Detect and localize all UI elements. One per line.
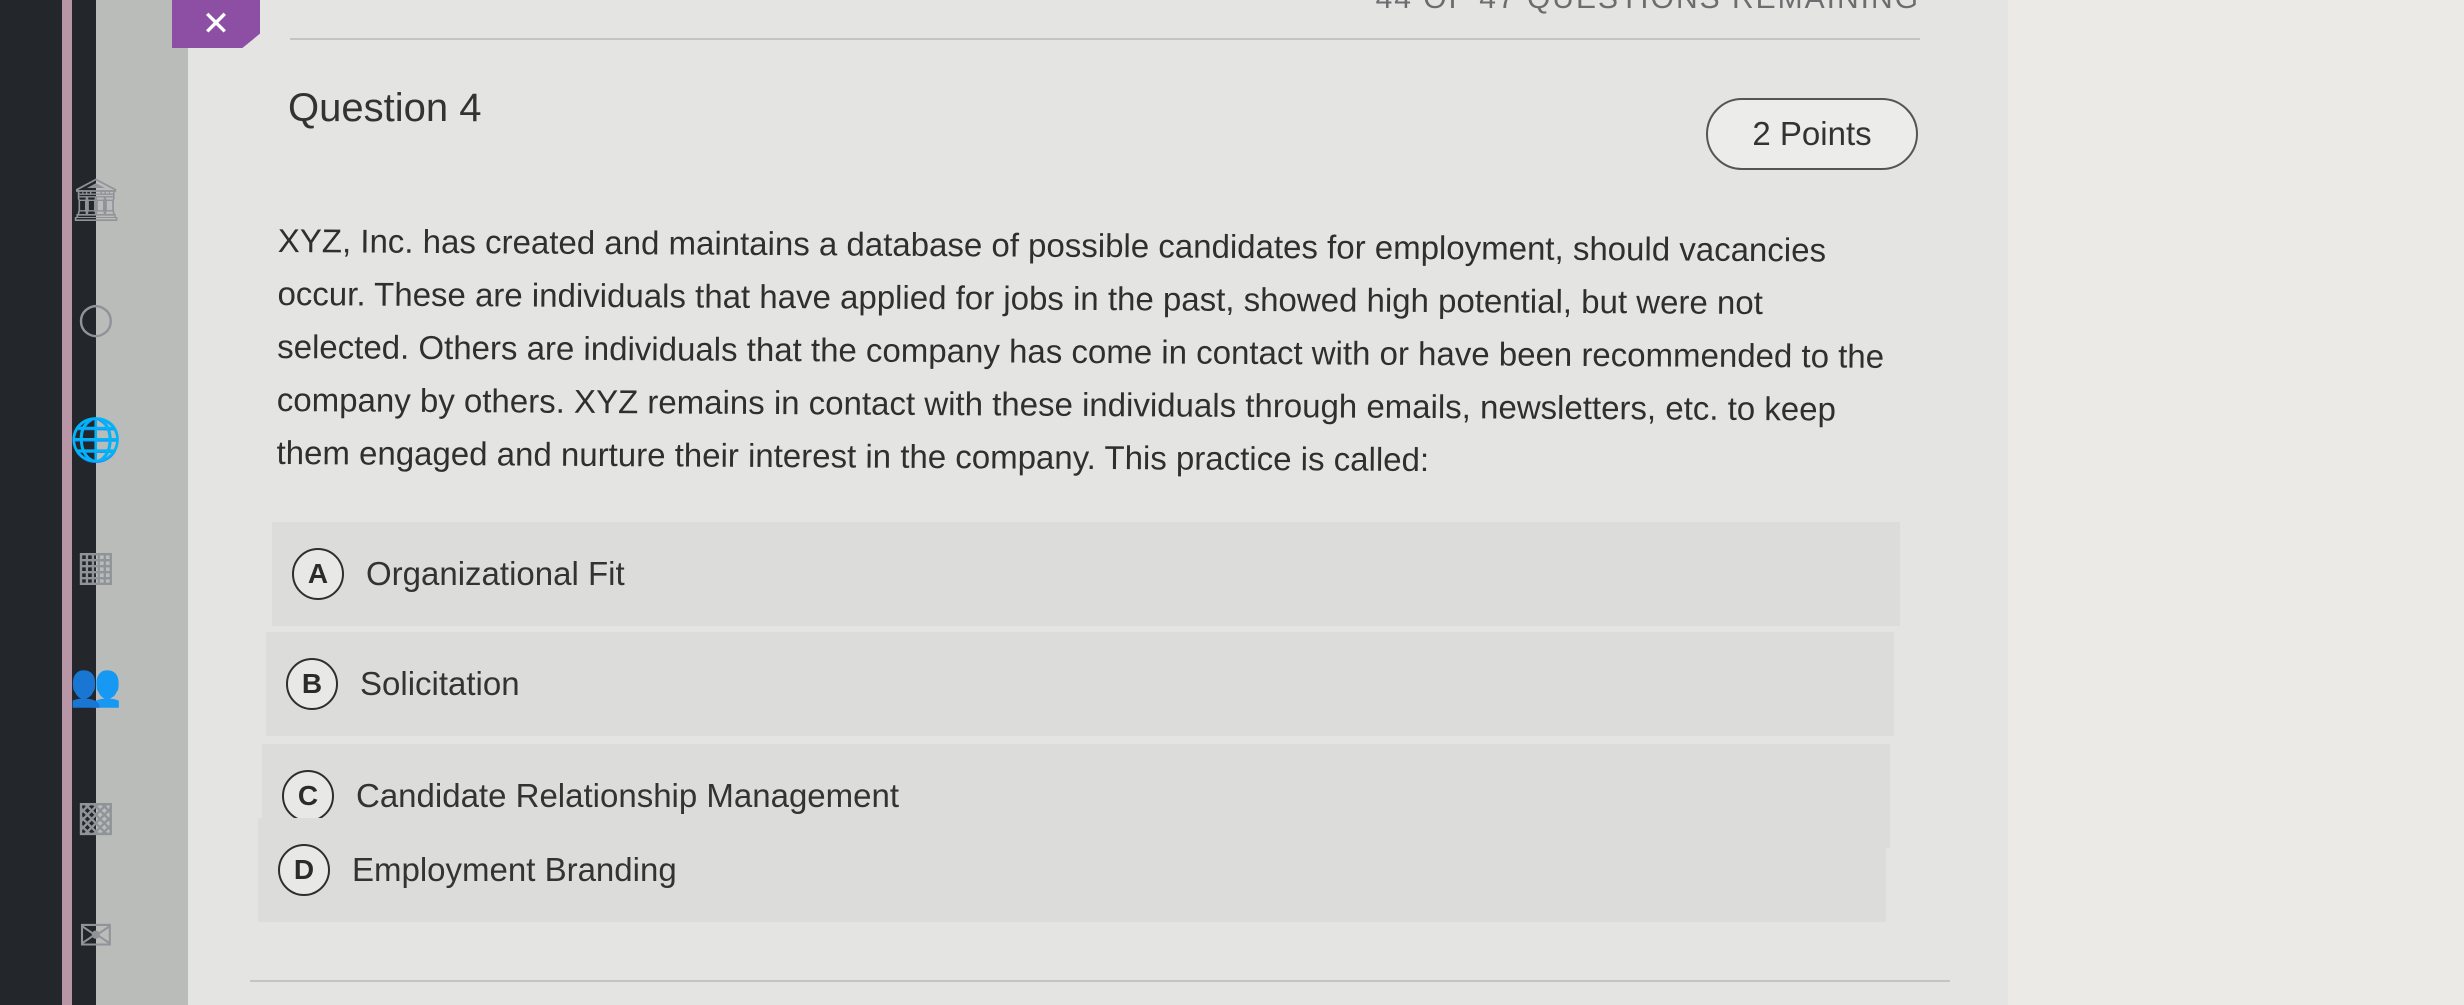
header-divider	[290, 38, 1920, 40]
grid-icon[interactable]: ▩	[66, 790, 126, 840]
footer-divider	[250, 980, 1950, 982]
user-icon[interactable]: ○	[66, 292, 126, 342]
option-b-radio[interactable]: B	[286, 658, 338, 710]
option-c-label: Candidate Relationship Management	[356, 777, 900, 814]
points-badge: 2 Points	[1706, 98, 1918, 170]
question-title: Question 4	[288, 86, 482, 130]
globe-icon[interactable]: 🌐	[66, 415, 126, 465]
app-nav-rail	[0, 0, 96, 1005]
nav-rail-accent	[62, 0, 72, 1005]
close-icon: ✕	[201, 4, 231, 44]
calendar-icon[interactable]: ▦	[66, 540, 126, 590]
close-button[interactable]: ✕	[172, 0, 260, 48]
page-background	[2008, 0, 2464, 1005]
option-d[interactable]: D Employment Branding	[258, 818, 1886, 922]
institution-icon[interactable]: 🏛	[66, 175, 126, 225]
questions-remaining: 44 OF 47 QUESTIONS REMAINING	[1376, 0, 1920, 16]
option-c-radio[interactable]: C	[282, 770, 334, 822]
mail-icon[interactable]: ✉	[66, 910, 126, 960]
users-icon[interactable]: 👥	[66, 660, 126, 710]
option-a-radio[interactable]: A	[292, 548, 344, 600]
option-b[interactable]: B Solicitation	[266, 632, 1894, 736]
option-a[interactable]: A Organizational Fit	[272, 522, 1900, 626]
question-text: XYZ, Inc. has created and maintains a da…	[276, 221, 1885, 479]
option-d-radio[interactable]: D	[278, 844, 330, 896]
option-d-label: Employment Branding	[352, 851, 677, 888]
option-a-label: Organizational Fit	[366, 555, 625, 592]
option-b-label: Solicitation	[360, 665, 520, 702]
